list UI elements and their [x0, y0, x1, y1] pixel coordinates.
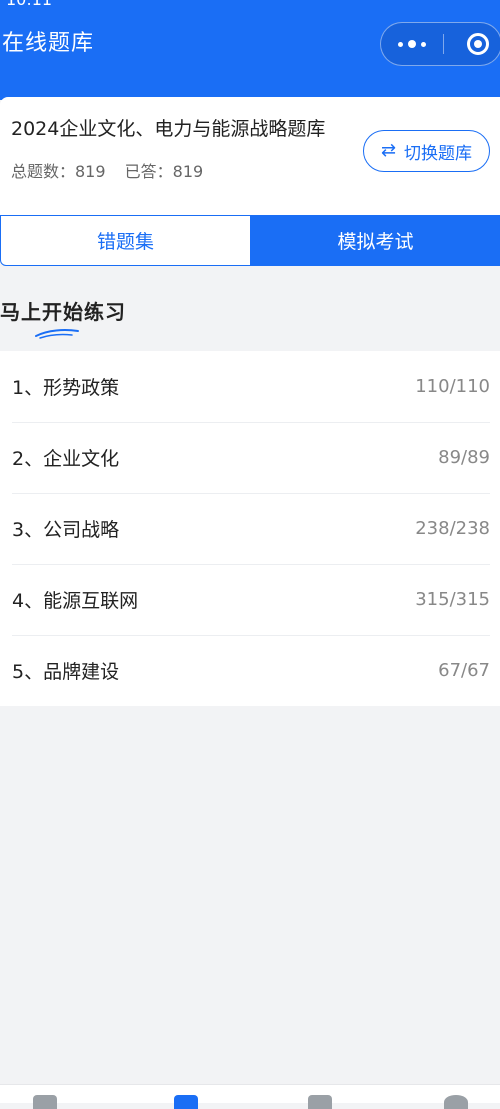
more-dots-icon: [398, 41, 403, 47]
title-underline-swoosh: [35, 329, 79, 339]
page-title: 在线题库: [2, 31, 95, 56]
chapter-item[interactable]: 5、品牌建设 67/67: [0, 635, 500, 706]
more-dots-icon-right: [421, 41, 426, 47]
capsule-close-icon[interactable]: [467, 33, 489, 55]
mini-program-capsule: [380, 22, 500, 66]
bottom-tab-bar: [0, 1084, 500, 1109]
status-time: 10:11: [6, 0, 52, 10]
chapter-progress: 67/67: [438, 660, 490, 681]
chapter-progress: 110/110: [415, 376, 490, 397]
tab-wrong-questions-label: 错题集: [96, 231, 154, 253]
mode-tabs: 错题集 模拟考试: [0, 215, 500, 266]
chapter-progress: 89/89: [438, 447, 490, 468]
record-icon[interactable]: [308, 1095, 332, 1109]
chapter-item[interactable]: 1、形势政策 110/110: [0, 351, 500, 422]
more-dots-icon-center: [408, 40, 416, 48]
swap-arrows-icon: ⇄: [380, 140, 397, 161]
section-title: 马上开始练习: [0, 300, 126, 324]
chapter-item[interactable]: 3、公司战略 238/238: [0, 493, 500, 564]
more-button[interactable]: [381, 23, 443, 65]
chapter-name: 4、能源互联网: [12, 590, 139, 612]
total-questions: 总题数：819: [11, 162, 106, 181]
answered-questions: 已答：819: [124, 162, 204, 181]
status-bar: 10:11: [0, 0, 500, 10]
bank-title: 2024企业文化、电力与能源战略题库: [11, 118, 326, 140]
tab-wrong-questions[interactable]: 错题集: [0, 215, 251, 266]
chapter-list: 1、形势政策 110/110 2、企业文化 89/89 3、公司战略 238/2…: [0, 351, 500, 706]
chapter-progress: 315/315: [415, 589, 490, 610]
chapter-name: 5、品牌建设: [12, 661, 120, 683]
switch-bank-button[interactable]: ⇄ 切换题库: [363, 130, 490, 172]
chapter-name: 2、企业文化: [12, 448, 120, 470]
chapter-progress: 238/238: [415, 518, 490, 539]
tab-mock-exam-label: 模拟考试: [337, 231, 414, 253]
chapter-name: 1、形势政策: [12, 377, 120, 399]
header-bar: 10:11 在线题库: [0, 0, 500, 100]
chapter-name: 3、公司战略: [12, 519, 120, 541]
switch-bank-label: 切换题库: [404, 143, 473, 164]
chapter-item[interactable]: 2、企业文化 89/89: [0, 422, 500, 493]
bank-stats: 总题数：819 已答：819: [11, 161, 217, 183]
capsule-divider: [443, 34, 444, 54]
home-icon[interactable]: [33, 1095, 57, 1109]
question-bank-icon[interactable]: [174, 1095, 198, 1109]
profile-icon[interactable]: [444, 1095, 468, 1109]
tab-mock-exam[interactable]: 模拟考试: [251, 215, 500, 266]
chapter-item[interactable]: 4、能源互联网 315/315: [0, 564, 500, 635]
